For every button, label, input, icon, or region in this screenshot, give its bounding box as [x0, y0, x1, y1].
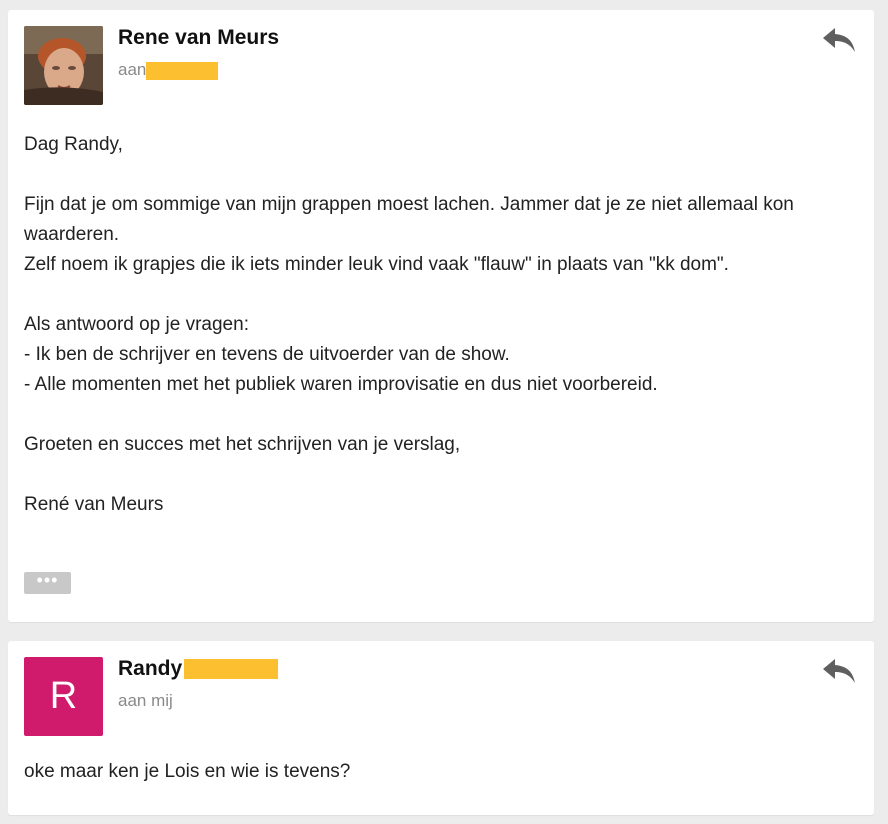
sender-name: Rene van Meurs	[118, 26, 280, 49]
message-body: Dag Randy, Fijn dat je om sommige van mi…	[24, 130, 858, 520]
body-line: - Ik ben de schrijver en tevens de uitvo…	[24, 344, 510, 365]
reply-button[interactable]	[822, 657, 856, 685]
recipient-prefix: aan	[118, 60, 147, 79]
email-message-1: Rene van Meurs aan Dag Randy, Fijn dat j…	[8, 10, 874, 622]
person-photo-icon	[24, 26, 103, 105]
body-line: Fijn dat je om sommige van mijn grappen …	[24, 194, 794, 245]
avatar-initial: R	[49, 675, 78, 717]
sender-avatar-letter[interactable]: R	[24, 657, 103, 736]
reply-arrow-icon	[823, 28, 855, 52]
email-message-2: R Randy aan mij oke maar ken je Lois en …	[8, 641, 874, 815]
sender-avatar-photo[interactable]	[24, 26, 103, 105]
show-trimmed-content-button[interactable]: •••	[24, 570, 71, 594]
body-line: Groeten en succes met het schrijven van …	[24, 434, 461, 455]
reply-arrow-icon	[823, 659, 855, 683]
body-line: Zelf noem ik grapjes die ik iets minder …	[24, 254, 729, 275]
more-dots-icon: •••	[36, 570, 59, 590]
sender-first-name: Randy	[118, 657, 183, 680]
recipient-line: aan mij	[118, 691, 173, 710]
redacted-sender-surname	[184, 659, 279, 680]
sender-name: Randy	[118, 657, 279, 681]
redacted-recipient	[146, 61, 219, 80]
body-line: Dag Randy,	[24, 134, 123, 155]
message-body: oke maar ken je Lois en wie is tevens?	[24, 761, 351, 782]
reply-button[interactable]	[822, 26, 856, 54]
recipient-line: aan	[118, 60, 219, 80]
body-line: - Alle momenten met het publiek waren im…	[24, 374, 658, 395]
body-line: Als antwoord op je vragen:	[24, 314, 249, 335]
body-line: René van Meurs	[24, 494, 164, 515]
